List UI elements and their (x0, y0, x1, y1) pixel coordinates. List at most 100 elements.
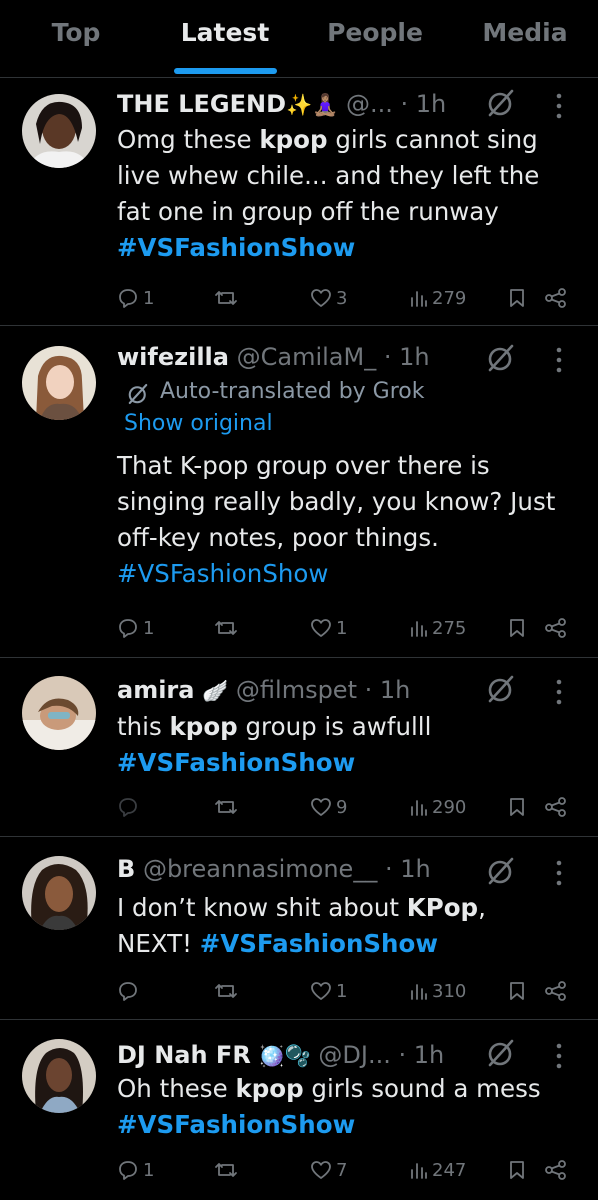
views-icon (411, 621, 427, 637)
highlighted-term: kpop (235, 1074, 304, 1103)
name-emoji: 🪩🫧 (258, 1044, 311, 1068)
display-name[interactable]: wifezilla (117, 343, 229, 371)
tweet-actions: 1 310 (0, 976, 598, 1006)
more-options-icon[interactable] (551, 91, 567, 121)
avatar[interactable] (22, 676, 96, 750)
reply-icon (119, 982, 137, 1001)
hashtag-link[interactable]: #VSFashionShow (200, 929, 438, 958)
show-original-link[interactable]: Show original (124, 411, 273, 436)
hashtag-link[interactable]: #VSFashionShow (117, 559, 328, 588)
bookmark-icon[interactable] (508, 796, 526, 818)
bookmark-icon[interactable] (508, 980, 526, 1002)
grok-icon[interactable] (485, 342, 517, 374)
avatar[interactable] (22, 346, 96, 420)
bookmark-icon[interactable] (508, 617, 526, 639)
hashtag-link[interactable]: #VSFashionShow (117, 748, 355, 777)
tab-people[interactable]: People (327, 18, 423, 47)
tweet-text: That K-pop group over there is singing r… (117, 451, 556, 588)
reply-button[interactable]: 1 (117, 1155, 154, 1185)
auto-translated-label: Auto-translated by Grok (160, 379, 425, 404)
reply-count: 1 (143, 287, 155, 309)
heart-icon (311, 1161, 331, 1179)
handle[interactable]: @DJ... (318, 1041, 390, 1069)
more-options-icon[interactable] (551, 345, 567, 375)
timestamp[interactable]: · 1h (385, 855, 431, 883)
tweet-text: Omg these kpop girls cannot sing live wh… (117, 125, 540, 262)
reply-icon (119, 619, 137, 638)
more-options-icon[interactable] (551, 1041, 567, 1071)
reply-button[interactable] (117, 976, 143, 1006)
display-name[interactable]: amira (117, 676, 194, 704)
views-button[interactable]: 310 (410, 976, 466, 1006)
tweet[interactable]: B @breannasimone__ · 1h I don’t know shi… (0, 838, 598, 1020)
grok-icon[interactable] (485, 1037, 517, 1069)
highlighted-term: kpop (259, 125, 328, 154)
hashtag-link[interactable]: #VSFashionShow (117, 1110, 355, 1139)
repost-button[interactable] (214, 976, 242, 1006)
timestamp[interactable]: · 1h (384, 343, 430, 371)
like-button[interactable]: 9 (310, 792, 347, 822)
handle[interactable]: @CamilaM_ (237, 343, 377, 371)
heart-icon (311, 982, 331, 1000)
share-icon[interactable] (544, 617, 568, 639)
like-button[interactable]: 1 (310, 613, 347, 643)
tweet[interactable]: DJ Nah FR 🪩🫧 @DJ... · 1h Oh these kpop g… (0, 1021, 598, 1200)
display-name[interactable]: THE LEGEND (117, 90, 286, 118)
grok-icon[interactable] (485, 87, 517, 119)
display-name[interactable]: B (117, 855, 135, 883)
avatar[interactable] (22, 1039, 96, 1113)
share-icon[interactable] (544, 287, 568, 309)
avatar[interactable] (22, 94, 96, 168)
like-button[interactable]: 1 (310, 976, 347, 1006)
timestamp[interactable]: · 1h (400, 90, 446, 118)
tab-top[interactable]: Top (52, 18, 101, 47)
tweet-actions: 9 290 (0, 792, 598, 822)
tweet-text: Oh these kpop girls sound a mess #VSFash… (117, 1074, 541, 1139)
repost-button[interactable] (214, 613, 242, 643)
display-name[interactable]: DJ Nah FR (117, 1041, 251, 1069)
repost-button[interactable] (214, 1155, 242, 1185)
bookmark-icon[interactable] (508, 1159, 526, 1181)
handle[interactable]: @... (346, 90, 393, 118)
tab-media[interactable]: Media (482, 18, 567, 47)
tweet[interactable]: amira 🪽 @filmspet · 1h this kpop group i… (0, 659, 598, 837)
views-icon (411, 291, 427, 307)
heart-icon (311, 619, 331, 637)
share-icon[interactable] (544, 796, 568, 818)
reply-button[interactable]: 1 (117, 283, 154, 313)
repost-button[interactable] (214, 283, 242, 313)
like-count: 7 (336, 1159, 348, 1181)
timestamp[interactable]: · 1h (398, 1041, 444, 1069)
more-options-icon[interactable] (551, 677, 567, 707)
handle[interactable]: @filmspet (236, 676, 357, 704)
name-emoji: ✨🧘🏽‍♀️ (286, 93, 339, 117)
view-count: 247 (432, 1159, 467, 1181)
share-icon[interactable] (544, 980, 568, 1002)
like-count: 1 (336, 980, 348, 1002)
bookmark-icon[interactable] (508, 287, 526, 309)
reply-icon (119, 798, 137, 817)
like-button[interactable]: 7 (310, 1155, 347, 1185)
views-button[interactable]: 279 (410, 283, 466, 313)
tab-latest[interactable]: Latest (181, 18, 270, 47)
reply-button[interactable] (117, 792, 143, 822)
share-icon[interactable] (544, 1159, 568, 1181)
handle[interactable]: @breannasimone__ (143, 855, 377, 883)
grok-icon[interactable] (485, 855, 517, 887)
avatar[interactable] (22, 856, 96, 930)
tweet-header: DJ Nah FR 🪩🫧 @DJ... · 1h (117, 1041, 444, 1069)
views-button[interactable]: 275 (410, 613, 466, 643)
grok-icon[interactable] (485, 673, 517, 705)
repost-button[interactable] (214, 792, 242, 822)
more-options-icon[interactable] (551, 858, 567, 888)
views-button[interactable]: 247 (410, 1155, 466, 1185)
tweet-actions: 1 1 275 (0, 613, 598, 643)
tweet[interactable]: THE LEGEND✨🧘🏽‍♀️ @... · 1h Omg these kpo… (0, 79, 598, 326)
reply-icon (119, 1161, 137, 1180)
timestamp[interactable]: · 1h (365, 676, 411, 704)
views-button[interactable]: 290 (410, 792, 466, 822)
like-button[interactable]: 3 (310, 283, 347, 313)
tweet[interactable]: wifezilla @CamilaM_ · 1h Auto-translated… (0, 327, 598, 658)
hashtag-link[interactable]: #VSFashionShow (117, 233, 355, 262)
reply-button[interactable]: 1 (117, 613, 154, 643)
